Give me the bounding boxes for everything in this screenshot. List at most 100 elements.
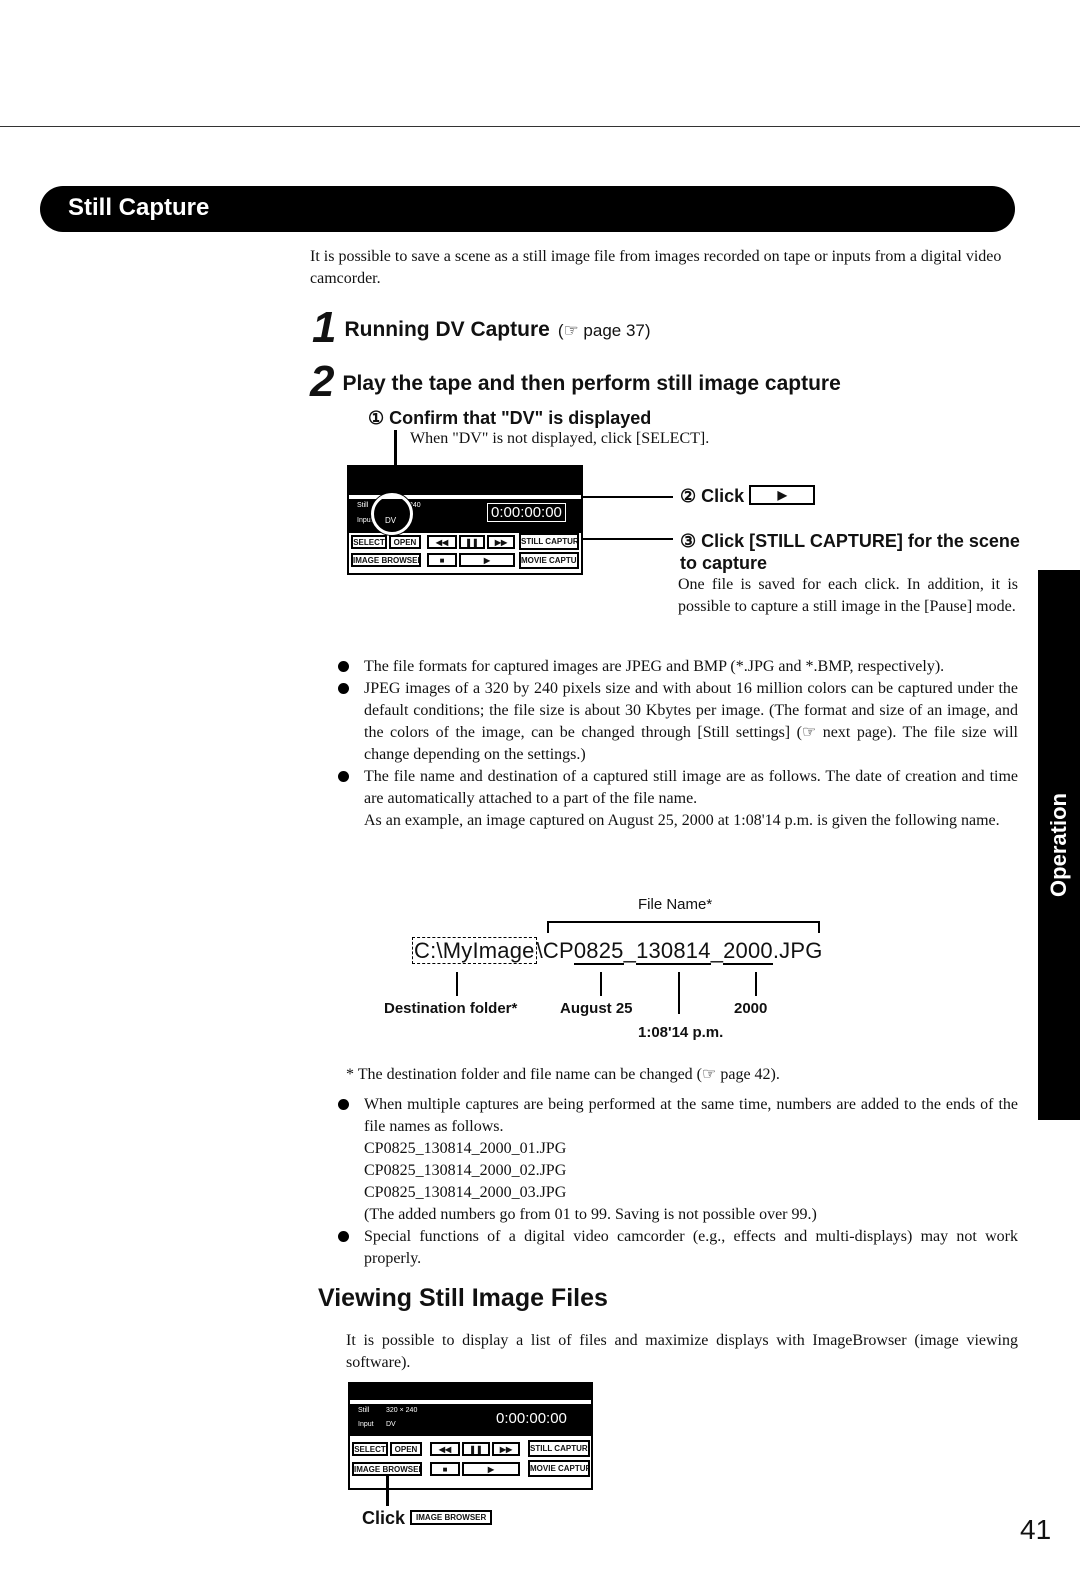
open-button[interactable]: OPEN [389,535,421,549]
click-instruction: Click IMAGE BROWSER [362,1508,493,1529]
bullet-icon [338,683,349,694]
page-number: 41 [1020,1514,1052,1545]
list-item-text: JPEG images of a 320 by 240 pixels size … [364,680,1018,763]
callout-line [386,1474,389,1506]
list-item: The file formats for captured images are… [338,656,1018,678]
list-item: JPEG images of a 320 by 240 pixels size … [338,678,1018,766]
stop-button[interactable]: ■ [430,1462,460,1476]
rewind-button[interactable]: ◀◀ [427,535,457,549]
rewind-button[interactable]: ◀◀ [430,1442,460,1456]
time-part: 130814 [636,938,711,965]
leader-date [600,972,602,996]
side-tab-label: Operation [1046,793,1071,897]
file-name-label: File Name* [638,896,713,913]
pause-button[interactable]: ❚❚ [462,1442,490,1456]
list-item-text: Special functions of a digital video cam… [364,1228,1018,1267]
bullet-icon [338,1099,349,1110]
still-capture-button[interactable]: STILL CAPTURE [528,1440,590,1457]
leader-time [678,972,680,1014]
viewing-text: It is possible to display a list of file… [346,1332,1018,1371]
file-name-bracket [547,921,820,923]
example-filename: C:\MyImage\CP0825_130814_2000.JPG [412,937,823,965]
play-button[interactable]: ▶ [462,1462,520,1476]
bullet-icon [338,771,349,782]
status-display: Still 320 × 240 Input DV 0:00:00:00 [350,1404,591,1436]
step-number: 1 [312,303,337,352]
filename-example: CP0825_130814_2000_02.JPG [364,1162,567,1179]
page-reference-link[interactable]: (☞ page 37) [558,321,651,340]
filename-example: CP0825_130814_2000_03.JPG [364,1184,567,1201]
input-label: Input [358,1421,374,1428]
step-title: Play the tape and then perform still ima… [342,372,841,395]
open-button[interactable]: OPEN [390,1442,422,1456]
stop-button[interactable]: ■ [427,553,457,567]
filename-example: CP0825_130814_2000_01.JPG [364,1140,567,1157]
step-1: 1 Running DV Capture (☞ page 37) [312,303,651,352]
substep-marker: ① [368,408,385,428]
input-label: Input [357,517,373,524]
underscore: _ [623,938,637,963]
list-item-text: The file name and destination of a captu… [364,768,1018,807]
date-part: 0825 [573,938,624,965]
highlight-circle [371,493,413,535]
range-note: (The added numbers go from 01 to 99. Sav… [364,1206,817,1223]
substep-title-text: Click [STILL CAPTURE] for the scene to c… [680,531,1020,573]
dv-capture-window-2: Still 320 × 240 Input DV 0:00:00:00 SELE… [348,1382,593,1490]
callout-line-3 [583,538,673,540]
folder-part: C:\MyImage [412,937,537,964]
input-value: DV [386,1421,396,1428]
timecode-display: 0:00:00:00 [496,1410,567,1427]
bullet-list-2: When multiple captures are being perform… [338,1094,1018,1270]
substep-3-title: ③ Click [STILL CAPTURE] for the scene to… [680,530,1020,574]
time-label: 1:08'14 p.m. [638,1024,724,1041]
callout-line-2 [583,496,673,498]
step-2: 2 Play the tape and then perform still i… [310,357,841,406]
still-label: Still [358,1407,370,1414]
year-part: 2000 [723,938,773,965]
filename-diagram: File Name* C:\MyImage\CP0825_130814_2000… [380,892,840,1052]
timecode-display: 0:00:00:00 [487,503,566,522]
dv-capture-window-1: Still 240 Input DV 0:00:00:00 SELECT OPE… [347,465,583,575]
substep-title-text: Click [701,486,745,506]
substep-3-note: One file is saved for each click. In add… [678,576,1018,615]
play-button-icon: ▶ [749,485,816,506]
substep-1-title: ① Confirm that "DV" is displayed [368,408,651,429]
substep-1-note: When "DV" is not displayed, click [SELEC… [410,430,710,447]
bullet-list-1: The file formats for captured images are… [338,656,1018,832]
bracket-left [547,921,549,933]
select-button[interactable]: SELECT [352,1442,388,1456]
movie-capture-button[interactable]: MOVIE CAPTURE [528,1460,590,1477]
list-item-text: The file formats for captured images are… [364,658,945,675]
section-title: Still Capture [68,194,210,221]
bullet-icon [338,1231,349,1242]
substep-marker: ③ [680,531,697,551]
fast-forward-button[interactable]: ▶▶ [487,535,515,549]
viewing-section-title: Viewing Still Image Files [318,1284,608,1312]
step-number: 2 [310,357,335,406]
list-item: Special functions of a digital video cam… [338,1226,1018,1270]
pause-button[interactable]: ❚❚ [459,535,485,549]
window-titlebar [349,467,581,495]
underscore: _ [710,938,724,963]
substep-2-title: ② Click ▶ [680,485,816,507]
side-tab: Operation [1038,570,1080,1120]
still-value: 320 × 240 [386,1407,418,1414]
image-browser-button-icon: IMAGE BROWSER [410,1509,493,1525]
example-text: As an example, an image captured on Augu… [364,812,1000,829]
select-button[interactable]: SELECT [351,535,387,549]
step-title: Running DV Capture [344,318,550,341]
movie-capture-button[interactable]: MOVIE CAPTURE [519,552,579,569]
top-rule [0,126,1080,127]
intro-text: It is possible to save a scene as a stil… [310,248,1002,287]
list-item: The file name and destination of a captu… [338,766,1018,832]
destination-folder-label: Destination folder* [384,1000,518,1017]
fast-forward-button[interactable]: ▶▶ [492,1442,520,1456]
leader-year [755,972,757,996]
prefix-part: CP [542,938,574,963]
substep-title-text: Confirm that "DV" is displayed [389,408,652,428]
still-capture-button[interactable]: STILL CAPTURE [519,533,579,550]
year-label: 2000 [734,1000,768,1017]
play-button[interactable]: ▶ [459,553,515,567]
image-browser-button[interactable]: IMAGE BROWSER [351,553,421,567]
substep-marker: ② [680,486,697,506]
